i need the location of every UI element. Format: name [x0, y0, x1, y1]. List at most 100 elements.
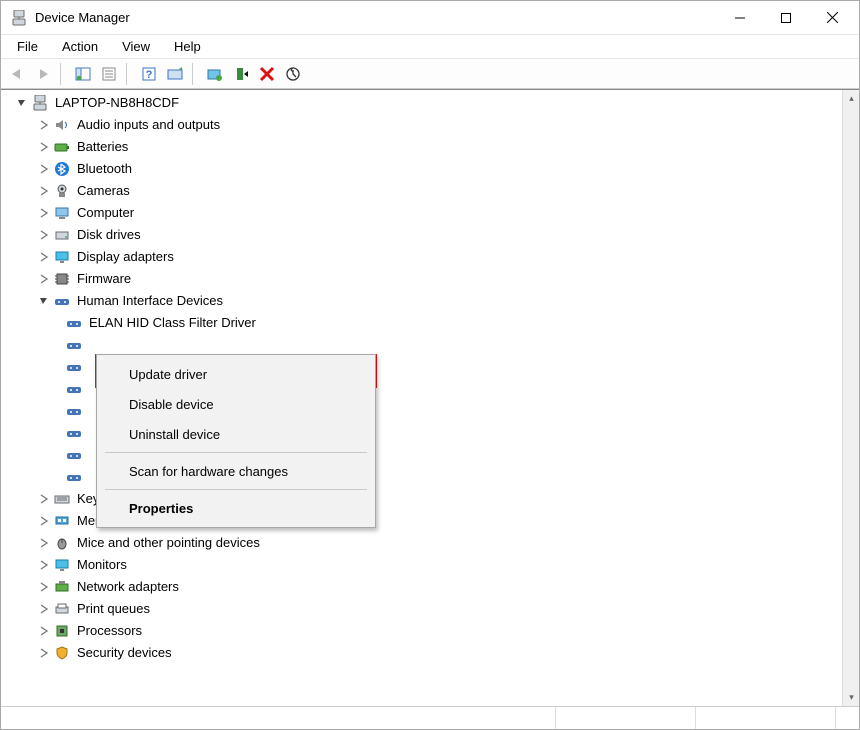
chevron-right-icon[interactable] [37, 558, 51, 572]
tree-node-security[interactable]: Security devices [5, 642, 824, 664]
scan-hardware-icon[interactable] [163, 62, 187, 86]
tree-node-printq[interactable]: Print queues [5, 598, 824, 620]
chevron-right-icon[interactable] [37, 206, 51, 220]
ctx-scan-hardware[interactable]: Scan for hardware changes [99, 456, 373, 486]
ctx-separator [105, 452, 367, 453]
tree-label: Security devices [77, 642, 172, 664]
keyboard-icon [53, 490, 71, 508]
hid-icon [65, 358, 83, 376]
tree-label: Batteries [77, 136, 128, 158]
tree-label: Cameras [77, 180, 130, 202]
monitor-icon [53, 556, 71, 574]
ctx-update-driver[interactable]: Update driver [99, 359, 373, 389]
memory-icon [53, 512, 71, 530]
chevron-right-icon[interactable] [37, 514, 51, 528]
tree-node-monitors[interactable]: Monitors [5, 554, 824, 576]
chevron-right-icon[interactable] [37, 492, 51, 506]
ctx-separator [105, 489, 367, 490]
chevron-right-icon[interactable] [37, 624, 51, 638]
tree-root-label: LAPTOP-NB8H8CDF [55, 92, 179, 114]
show-hide-console-tree-icon[interactable] [71, 62, 95, 86]
chevron-right-icon[interactable] [37, 118, 51, 132]
hid-icon [65, 380, 83, 398]
help-icon[interactable]: ? [137, 62, 161, 86]
tree-label: Disk drives [77, 224, 141, 246]
forward-button[interactable] [31, 62, 55, 86]
computer-icon [53, 204, 71, 222]
tree-label: Display adapters [77, 246, 174, 268]
tree-node-hid[interactable]: Human Interface Devices [5, 290, 824, 312]
chevron-right-icon[interactable] [37, 602, 51, 616]
tree-label: Firmware [77, 268, 131, 290]
tree-node-processors[interactable]: Processors [5, 620, 824, 642]
ctx-uninstall-device[interactable]: Uninstall device [99, 419, 373, 449]
minimize-button[interactable] [717, 3, 763, 33]
window-title: Device Manager [35, 10, 130, 25]
tree-node-bluetooth[interactable]: Bluetooth [5, 158, 824, 180]
scroll-up-arrow[interactable]: ▴ [843, 90, 860, 107]
menu-view[interactable]: View [112, 37, 160, 56]
ctx-properties[interactable]: Properties [99, 493, 373, 523]
context-menu: Update driver Disable device Uninstall d… [96, 354, 376, 528]
chevron-right-icon[interactable] [37, 140, 51, 154]
close-button[interactable] [809, 3, 855, 33]
toolbar: ? [1, 59, 859, 89]
menu-file[interactable]: File [7, 37, 48, 56]
app-icon [11, 10, 27, 26]
chevron-right-icon[interactable] [37, 272, 51, 286]
chevron-right-icon[interactable] [37, 228, 51, 242]
hid-icon [65, 314, 83, 332]
vertical-scrollbar[interactable]: ▴ ▾ [842, 90, 859, 706]
camera-icon [53, 182, 71, 200]
menu-help[interactable]: Help [164, 37, 211, 56]
tree-node-computer[interactable]: Computer [5, 202, 824, 224]
menu-action[interactable]: Action [52, 37, 108, 56]
bluetooth-icon [53, 160, 71, 178]
device-manager-window: Device Manager File Action View Help ? [0, 0, 860, 730]
speaker-icon [53, 116, 71, 134]
chip-icon [53, 270, 71, 288]
chevron-right-icon[interactable] [37, 536, 51, 550]
tree-item-elan[interactable]: ELAN HID Class Filter Driver [5, 312, 824, 334]
chevron-right-icon[interactable] [37, 184, 51, 198]
tree-node-cameras[interactable]: Cameras [5, 180, 824, 202]
tree-node-display[interactable]: Display adapters [5, 246, 824, 268]
chevron-right-icon[interactable] [37, 162, 51, 176]
scan-changes-icon[interactable] [281, 62, 305, 86]
titlebar: Device Manager [1, 1, 859, 35]
computer-root-icon [31, 94, 49, 112]
tree-node-audio[interactable]: Audio inputs and outputs [5, 114, 824, 136]
chevron-right-icon[interactable] [37, 250, 51, 264]
printer-icon [53, 600, 71, 618]
chevron-right-icon[interactable] [37, 580, 51, 594]
maximize-button[interactable] [763, 3, 809, 33]
chevron-right-icon[interactable] [37, 646, 51, 660]
tree-node-mice[interactable]: Mice and other pointing devices [5, 532, 824, 554]
processor-icon [53, 622, 71, 640]
tree-label: Bluetooth [77, 158, 132, 180]
tree-node-firmware[interactable]: Firmware [5, 268, 824, 290]
tree-label: Mice and other pointing devices [77, 532, 260, 554]
uninstall-device-icon[interactable] [255, 62, 279, 86]
svg-text:?: ? [146, 69, 153, 81]
tree-node-batteries[interactable]: Batteries [5, 136, 824, 158]
properties-icon[interactable] [97, 62, 121, 86]
tree-label: Audio inputs and outputs [77, 114, 220, 136]
ctx-disable-device[interactable]: Disable device [99, 389, 373, 419]
tree-node-disk[interactable]: Disk drives [5, 224, 824, 246]
tree-item-hidden[interactable] [5, 334, 824, 356]
back-button[interactable] [5, 62, 29, 86]
update-driver-icon[interactable] [203, 62, 227, 86]
tree-node-network[interactable]: Network adapters [5, 576, 824, 598]
hid-icon [65, 402, 83, 420]
tree-label: Processors [77, 620, 142, 642]
hid-icon [53, 292, 71, 310]
chevron-down-icon[interactable] [37, 294, 51, 308]
statusbar [1, 706, 859, 729]
hid-icon [65, 446, 83, 464]
tree-root[interactable]: LAPTOP-NB8H8CDF [5, 92, 824, 114]
window-controls [717, 3, 855, 33]
disable-device-icon[interactable] [229, 62, 253, 86]
scroll-down-arrow[interactable]: ▾ [843, 689, 860, 706]
chevron-down-icon[interactable] [15, 96, 29, 110]
